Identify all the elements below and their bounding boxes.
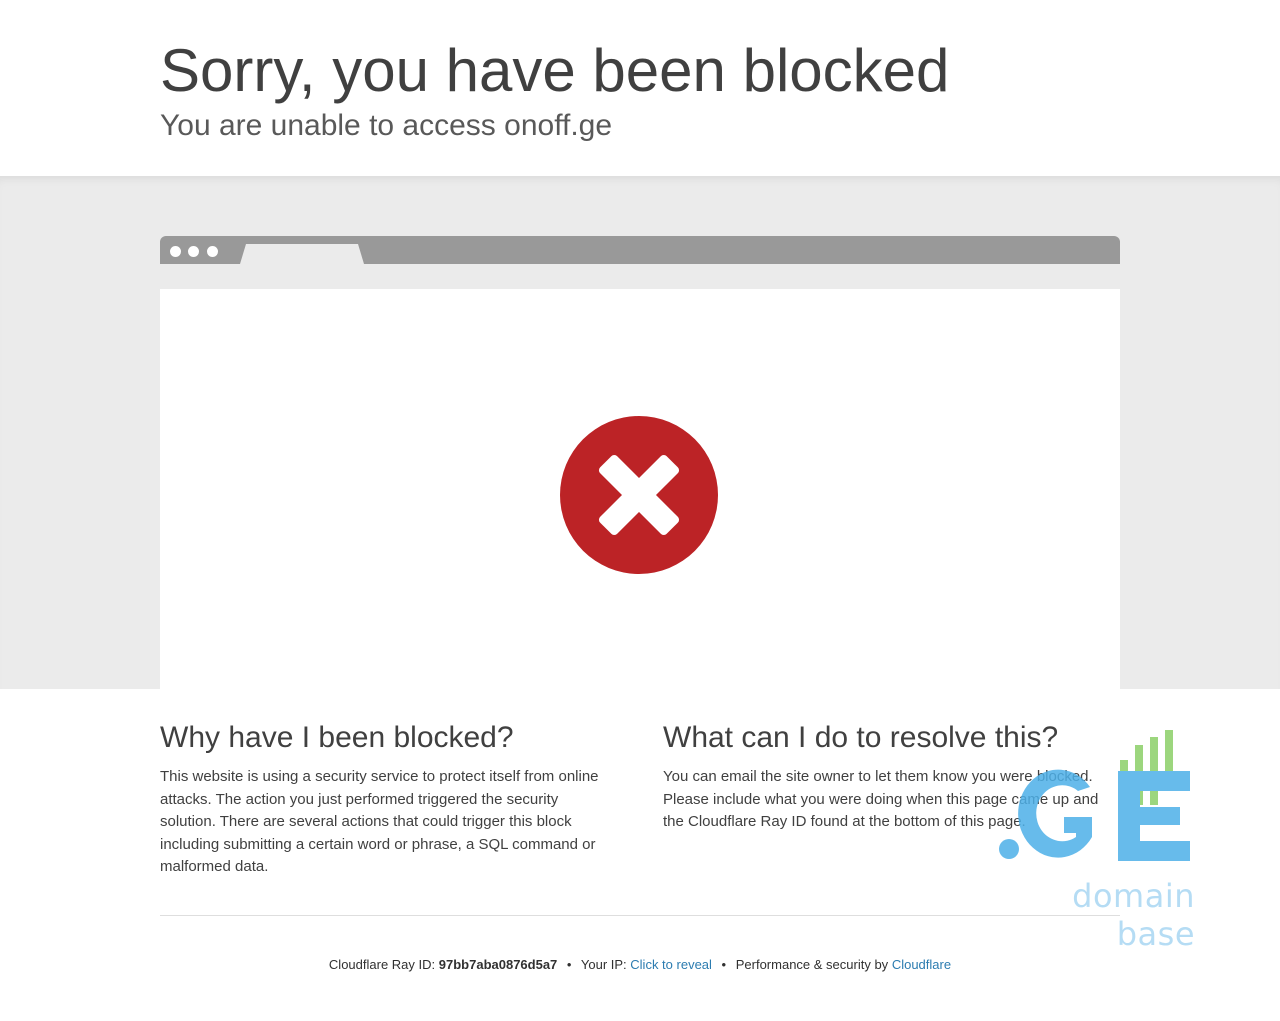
why-blocked-section: Why have I been blocked? This website is… (160, 720, 610, 879)
why-blocked-text: This website is using a security service… (160, 768, 599, 875)
cloudflare-footer: Cloudflare Ray ID: 97bb7aba0876d5a7 • Yo… (0, 956, 1280, 974)
domain-base-watermark: domain base (990, 725, 1200, 953)
window-dot-icon (207, 246, 218, 257)
window-dot-icon (170, 246, 181, 257)
footer-separator: • (721, 957, 727, 972)
footer-separator: • (566, 957, 572, 972)
ray-id-value: 97bb7aba0876d5a7 (438, 957, 558, 972)
cloudflare-link[interactable]: Cloudflare (892, 957, 951, 972)
reveal-ip-link[interactable]: Click to reveal (630, 957, 712, 972)
footer-divider (160, 915, 1120, 916)
why-blocked-heading: Why have I been blocked? (160, 721, 514, 754)
browser-tab-shape (240, 244, 364, 264)
page-subtitle: You are unable to access onoff.ge (160, 109, 613, 142)
page-header: Sorry, you have been blocked You are una… (0, 0, 1280, 176)
blocked-x-icon (560, 416, 718, 574)
browser-illustration-bar (160, 236, 1120, 264)
window-dot-icon (188, 246, 199, 257)
ge-logo-icon (999, 730, 1190, 861)
ip-label: Your IP: (580, 957, 627, 972)
page-title: Sorry, you have been blocked (160, 37, 950, 104)
ray-id-label: Cloudflare Ray ID: (328, 957, 436, 972)
performance-label: Performance & security by (735, 957, 889, 972)
